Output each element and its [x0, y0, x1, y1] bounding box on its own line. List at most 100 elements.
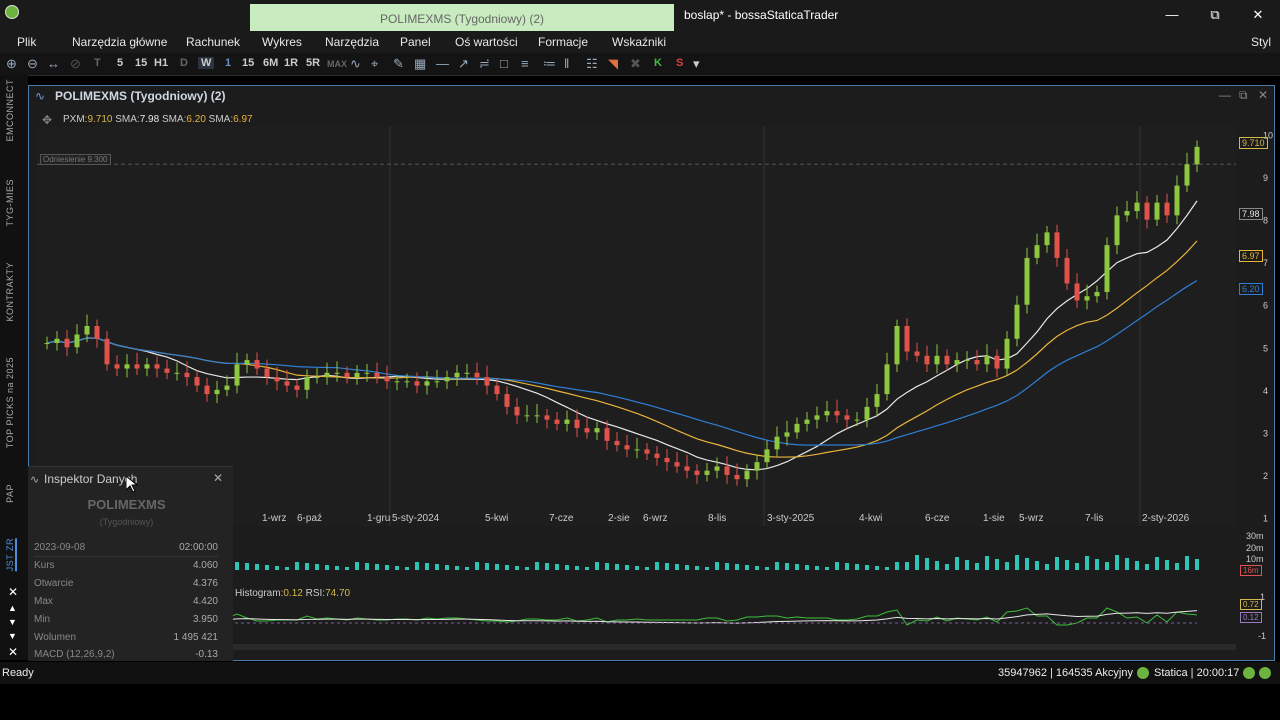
volume-bar [975, 563, 979, 570]
volume-bar [505, 565, 509, 570]
tab-jst-zr[interactable]: JST ZR [5, 538, 17, 572]
candle-body [354, 372, 360, 378]
chart-minimize-icon[interactable]: — [1219, 88, 1231, 102]
pen-icon[interactable]: ✎ [393, 56, 404, 72]
arrow-up-icon[interactable]: ▲ [8, 603, 17, 613]
menu-panel[interactable]: Panel [400, 35, 431, 49]
candle-body [884, 364, 890, 395]
candle-body [364, 372, 370, 374]
volume-bar [1045, 564, 1049, 570]
move-handle-icon[interactable]: ✥ [42, 113, 52, 127]
tf-t[interactable]: T [94, 57, 101, 69]
tab-pap[interactable]: PAP [5, 484, 15, 503]
inspector-title: Inspektor Danych [44, 472, 138, 486]
candle-body [514, 406, 520, 416]
tf-15m[interactable]: 15 [242, 57, 254, 69]
volume-bar [815, 566, 819, 570]
tf-6m[interactable]: 6M [263, 57, 278, 69]
eraser-icon[interactable]: ◥ [608, 56, 618, 72]
candle-body [834, 411, 840, 416]
tf-1r[interactable]: 1R [284, 57, 298, 69]
tab-top-picks[interactable]: TOP PICKS na 2025 [5, 357, 15, 448]
volume-bar [1195, 559, 1199, 570]
tab-tyg-mies[interactable]: TYG-MIES [5, 179, 15, 227]
candle-body [504, 394, 510, 407]
zoom-out-icon[interactable]: ⊖ [27, 56, 38, 72]
candle-body [624, 445, 630, 450]
fibonacci-icon[interactable]: ≡ [521, 56, 529, 71]
menu-plik[interactable]: Plik [17, 35, 36, 49]
menu-formacje[interactable]: Formacje [538, 35, 588, 49]
candle-body [874, 394, 880, 407]
trendline-icon[interactable]: ↗ [458, 56, 469, 72]
candle-body [1084, 296, 1090, 301]
grid-icon[interactable]: ☷ [586, 56, 598, 72]
volume-bar [905, 562, 909, 570]
ruler-icon[interactable]: ▦ [414, 56, 426, 72]
tab-emconnect[interactable]: EMCONNECT [5, 79, 15, 142]
candle-body [674, 462, 680, 467]
volume-bar [405, 567, 409, 570]
zoom-in-icon[interactable]: ⊕ [6, 56, 17, 72]
arrow-down-icon[interactable]: ▼ [8, 617, 17, 627]
tf-1[interactable]: 1 [225, 57, 231, 69]
x-tick-label: 1-gru [367, 513, 390, 524]
volume-bar [635, 566, 639, 570]
tf-d[interactable]: D [180, 57, 188, 69]
candle-body [614, 440, 620, 446]
chart-window-icon: ∿ [35, 89, 46, 103]
y-tick-label: 7 [1263, 258, 1268, 268]
rectangle-icon[interactable]: □ [500, 56, 508, 71]
volume-bar [835, 562, 839, 570]
volume-bar [845, 563, 849, 570]
x-tick-label: 6-cze [925, 513, 950, 524]
chart-type-icon[interactable]: ∿ [350, 56, 361, 72]
volume-bar [585, 567, 589, 570]
hline-icon[interactable]: — [436, 56, 449, 71]
menu-wskazniki[interactable]: Wskaźniki [612, 35, 666, 49]
tf-5r[interactable]: 5R [306, 57, 320, 69]
chart-maximize-icon[interactable]: ⧉ [1239, 88, 1248, 103]
candle-body [1054, 232, 1060, 258]
fit-icon[interactable]: ↔ [47, 56, 60, 71]
close-all-icon[interactable]: ✕ [8, 645, 18, 659]
tf-w[interactable]: W [198, 57, 215, 69]
tf-15[interactable]: 15 [135, 57, 147, 69]
candle-body [854, 419, 860, 421]
volume-bar [725, 563, 729, 570]
close-panel-icon[interactable]: ✕ [8, 585, 18, 599]
inspector-close-icon[interactable]: ✕ [213, 471, 223, 485]
menu-rachunek[interactable]: Rachunek [186, 35, 240, 49]
volume-bar [655, 562, 659, 570]
menu-os-wartosci[interactable]: Oś wartości [455, 35, 518, 49]
inspector-row: Kurs 4.060 [34, 560, 218, 571]
document-tab[interactable]: POLIMEXMS (Tygodniowy) (2) [250, 4, 674, 31]
indicator-badge-bottom: 0.12 [1240, 612, 1262, 623]
tf-5[interactable]: 5 [117, 57, 123, 69]
volume-axis-10m: 10m [1246, 554, 1264, 564]
menu-wykres[interactable]: Wykres [262, 35, 302, 49]
sell-s-button[interactable]: S [676, 57, 683, 69]
volume-bar [465, 567, 469, 570]
tf-h1[interactable]: H1 [154, 57, 168, 69]
crosshair-icon[interactable]: ⌖ [371, 56, 378, 72]
menu-narzedzia[interactable]: Narzędzia [325, 35, 379, 49]
buy-k-button[interactable]: K [654, 57, 662, 69]
inspector-symbol: POLIMEXMS [87, 497, 166, 512]
menu-narzedzia-glowne[interactable]: Narzędzia główne [72, 35, 167, 49]
arrow-bottom-icon[interactable]: ▼ [8, 631, 17, 641]
restore-icon[interactable]: ⧉ [1205, 6, 1225, 24]
dropdown-icon[interactable]: ▾ [693, 56, 700, 72]
chart-close-icon[interactable]: ✕ [1258, 88, 1268, 102]
candle-body [184, 372, 190, 378]
close-icon[interactable]: ✕ [1248, 6, 1268, 24]
minimize-icon[interactable]: — [1162, 6, 1182, 24]
fan-icon[interactable]: ≔ [543, 56, 556, 72]
candle-body [234, 364, 240, 386]
tab-kontrakty[interactable]: KONTRAKTY [5, 262, 15, 322]
cycles-icon[interactable]: ‖ [564, 56, 569, 71]
volume-bar [1105, 562, 1109, 570]
volume-bar [705, 567, 709, 570]
channel-icon[interactable]: ≓ [479, 56, 490, 72]
tf-max[interactable]: MAX [327, 59, 347, 69]
